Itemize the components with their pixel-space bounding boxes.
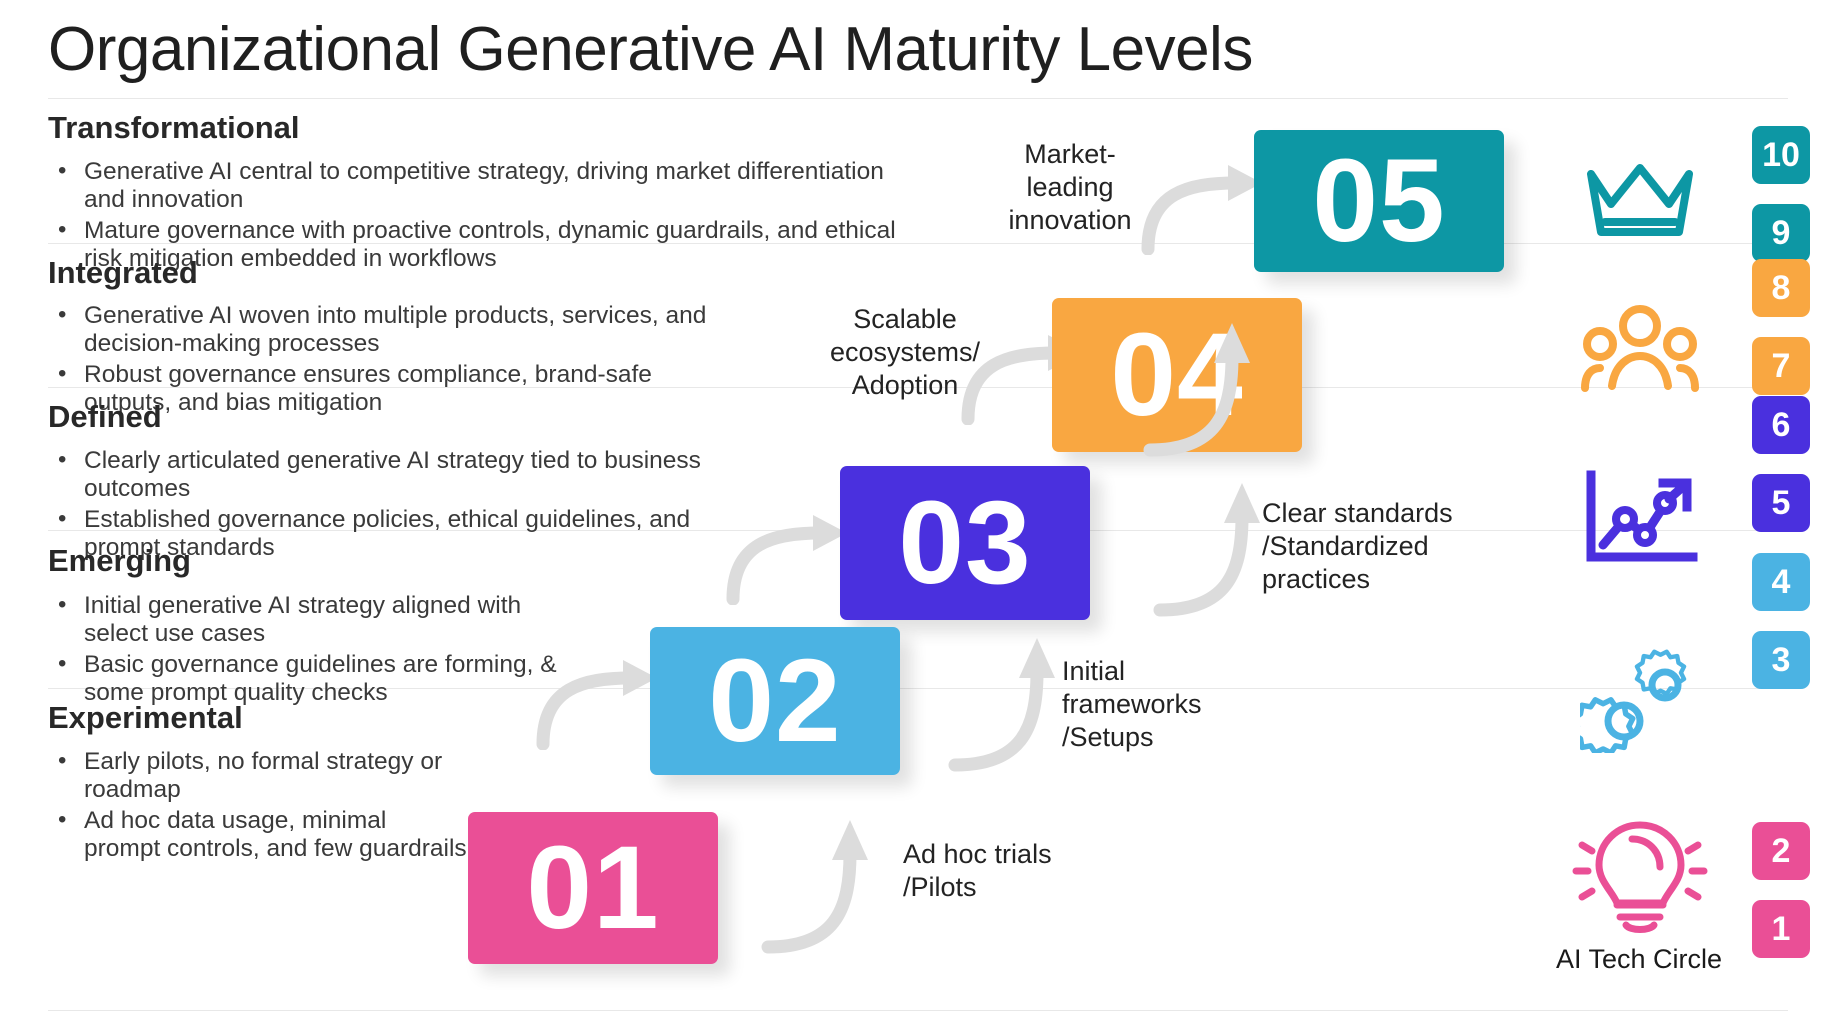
lightbulb-icon [1560,812,1720,934]
bullet-item: Generative AI woven into multiple produc… [48,301,728,359]
bullet-item: Early pilots, no formal strategy or road… [48,747,468,805]
score-badge-2: 2 [1752,822,1810,880]
score-badge-7: 7 [1752,337,1810,395]
caption-line: /Standardized [1262,530,1429,561]
bullet-item: Initial generative AI strategy aligned w… [48,591,568,649]
crown-icon [1560,140,1720,255]
level-number-card-05[interactable]: 05 [1254,130,1504,272]
bullet-item: Ad hoc data usage, minimal prompt contro… [48,806,468,864]
score-badge-3: 3 [1752,631,1810,689]
bullet-item: Generative AI central to competitive str… [48,157,898,215]
curved-arrow-up-icon [1143,323,1250,457]
score-badge-4: 4 [1752,553,1810,611]
curved-arrow-icon [726,515,847,605]
curved-arrow-up-icon [761,820,868,954]
level-heading-transformational: Transformational [48,110,300,145]
caption-line: Market- [1024,139,1116,169]
score-badge-8: 8 [1752,259,1810,317]
caption-line: practices [1262,563,1371,594]
caption-line: leading [1026,171,1114,202]
caption-line: Clear standards [1262,498,1453,528]
row-divider [48,98,1788,99]
caption-line: Initial [1062,656,1126,686]
score-badge-9: 9 [1752,204,1810,262]
level-heading-defined: Defined [48,399,162,434]
growth-chart-icon [1560,460,1720,575]
curved-arrow-icon [536,660,657,750]
level-bullets-emerging: Initial generative AI strategy aligned w… [48,591,568,710]
caption-line: innovation [1008,204,1132,235]
level-number-card-03[interactable]: 03 [840,466,1090,620]
score-badge-1: 1 [1752,900,1810,958]
curved-arrow-up-icon [1153,483,1260,617]
score-badge-6: 6 [1752,396,1810,454]
curved-arrow-icon [1141,165,1262,255]
level-bullets-experimental: Early pilots, no formal strategy or road… [48,747,468,866]
level-heading-integrated: Integrated [48,255,198,290]
score-badge-5: 5 [1752,474,1810,532]
caption-ad-hoc-trials-pilots: Ad hoc trials /Pilots [903,838,1153,904]
caption-line: /Setups [1062,721,1154,752]
level-heading-experimental: Experimental [48,700,243,735]
caption-market-leading-innovation: Market- leading innovation [990,138,1150,237]
level-number-card-02[interactable]: 02 [650,627,900,775]
bullet-item: Clearly articulated generative AI strate… [48,446,728,504]
level-number-card-01[interactable]: 01 [468,812,718,964]
caption-line: Ad hoc trials [903,839,1052,869]
level-heading-emerging: Emerging [48,543,191,578]
caption-line: frameworks [1062,688,1202,719]
score-badge-10: 10 [1752,126,1810,184]
curved-arrow-up-icon [948,638,1055,772]
brand-label: AI Tech Circle [1555,944,1723,974]
slide-root: Organizational Generative AI Maturity Le… [0,0,1846,1024]
caption-initial-frameworks-setups: Initial frameworks /Setups [1062,655,1312,754]
caption-line: /Pilots [903,871,977,902]
gears-icon [1560,640,1720,758]
people-group-icon [1560,290,1720,405]
row-divider [48,1010,1788,1011]
caption-clear-standards-standardized-practices: Clear standards /Standardized practices [1262,497,1512,596]
page-title: Organizational Generative AI Maturity Le… [48,15,1253,84]
